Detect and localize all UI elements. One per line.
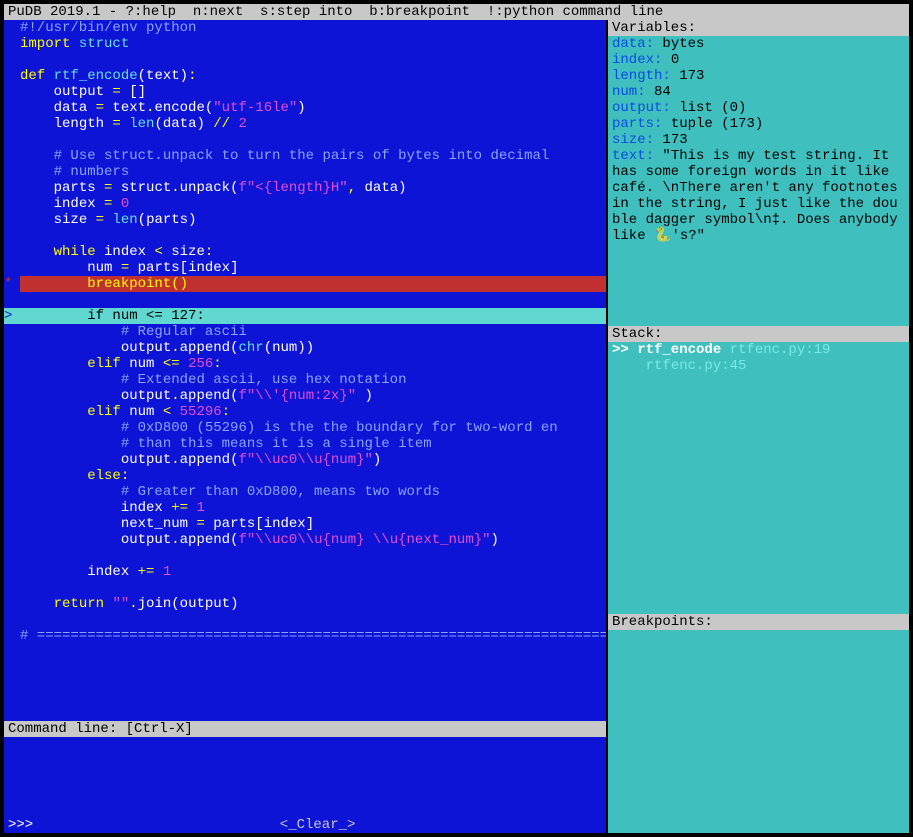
- stack-frame[interactable]: >> rtf_encode rtfenc.py:19: [612, 342, 905, 358]
- header-bar: PuDB 2019.1 - ?:help n:next s:step into …: [4, 4, 909, 20]
- code-line[interactable]: [4, 612, 606, 628]
- command-line-input-row[interactable]: >>> <_Clear_>: [4, 817, 606, 833]
- code-line[interactable]: elif num <= 256:: [4, 356, 606, 372]
- variable-row[interactable]: length: 173: [612, 68, 905, 84]
- variable-row[interactable]: parts: tuple (173): [612, 116, 905, 132]
- code-line[interactable]: index = 0: [4, 196, 606, 212]
- code-line[interactable]: output.append(f"\\'{num:2x}" ): [4, 388, 606, 404]
- code-line[interactable]: size = len(parts): [4, 212, 606, 228]
- code-line[interactable]: index += 1: [4, 500, 606, 516]
- code-line[interactable]: output = []: [4, 84, 606, 100]
- code-line[interactable]: [4, 580, 606, 596]
- code-line[interactable]: # than this means it is a single item: [4, 436, 606, 452]
- breakpoints-header: Breakpoints:: [608, 614, 909, 630]
- code-line[interactable]: # Greater than 0xD800, means two words: [4, 484, 606, 500]
- variable-row[interactable]: num: 84: [612, 84, 905, 100]
- variable-row[interactable]: size: 173: [612, 132, 905, 148]
- stack-pane[interactable]: Stack: >> rtf_encode rtfenc.py:19 rtfenc…: [608, 326, 909, 614]
- prompt: >>>: [8, 817, 33, 833]
- command-line-header: Command line: [Ctrl-X]: [4, 721, 606, 737]
- stack-header: Stack:: [608, 326, 909, 342]
- code-line[interactable]: return "".join(output): [4, 596, 606, 612]
- code-line[interactable]: # numbers: [4, 164, 606, 180]
- code-line[interactable]: output.append(f"\\uc0\\u{num} \\u{next_n…: [4, 532, 606, 548]
- code-line[interactable]: else:: [4, 468, 606, 484]
- code-line[interactable]: # ======================================…: [4, 628, 606, 644]
- code-line[interactable]: [4, 228, 606, 244]
- code-line[interactable]: output.append(f"\\uc0\\u{num}"): [4, 452, 606, 468]
- code-line[interactable]: num = parts[index]: [4, 260, 606, 276]
- code-line[interactable]: [4, 548, 606, 564]
- variable-row[interactable]: output: list (0): [612, 100, 905, 116]
- code-line[interactable]: > if num <= 127:: [4, 308, 606, 324]
- command-line-output: [4, 737, 606, 817]
- code-line[interactable]: data = text.encode("utf-16le"): [4, 100, 606, 116]
- code-line[interactable]: # Use struct.unpack to turn the pairs of…: [4, 148, 606, 164]
- code-line[interactable]: [4, 132, 606, 148]
- code-line[interactable]: length = len(data) // 2: [4, 116, 606, 132]
- code-line[interactable]: index += 1: [4, 564, 606, 580]
- code-line[interactable]: while index < size:: [4, 244, 606, 260]
- code-line[interactable]: output.append(chr(num)): [4, 340, 606, 356]
- stack-frame[interactable]: rtfenc.py:45: [612, 358, 905, 374]
- code-line[interactable]: # Regular ascii: [4, 324, 606, 340]
- variables-pane[interactable]: Variables: data: bytesindex: 0length: 17…: [608, 20, 909, 326]
- code-line[interactable]: # Extended ascii, use hex notation: [4, 372, 606, 388]
- code-line[interactable]: def rtf_encode(text):: [4, 68, 606, 84]
- variable-row[interactable]: index: 0: [612, 52, 905, 68]
- variable-row[interactable]: text: "This is my test string. It has so…: [612, 148, 905, 244]
- code-line[interactable]: import struct: [4, 36, 606, 52]
- code-line[interactable]: next_num = parts[index]: [4, 516, 606, 532]
- clear-button[interactable]: <_Clear_>: [33, 817, 602, 833]
- variable-row[interactable]: data: bytes: [612, 36, 905, 52]
- code-line[interactable]: [4, 52, 606, 68]
- breakpoints-pane[interactable]: Breakpoints:: [608, 614, 909, 833]
- code-line[interactable]: elif num < 55296:: [4, 404, 606, 420]
- code-line[interactable]: parts = struct.unpack(f"<{length}H", dat…: [4, 180, 606, 196]
- code-line[interactable]: # 0xD800 (55296) is the the boundary for…: [4, 420, 606, 436]
- source-code-pane[interactable]: #!/usr/bin/env python import struct def …: [4, 20, 606, 721]
- code-line[interactable]: * breakpoint(): [4, 276, 606, 292]
- code-line[interactable]: #!/usr/bin/env python: [4, 20, 606, 36]
- code-line[interactable]: [4, 292, 606, 308]
- variables-header: Variables:: [608, 20, 909, 36]
